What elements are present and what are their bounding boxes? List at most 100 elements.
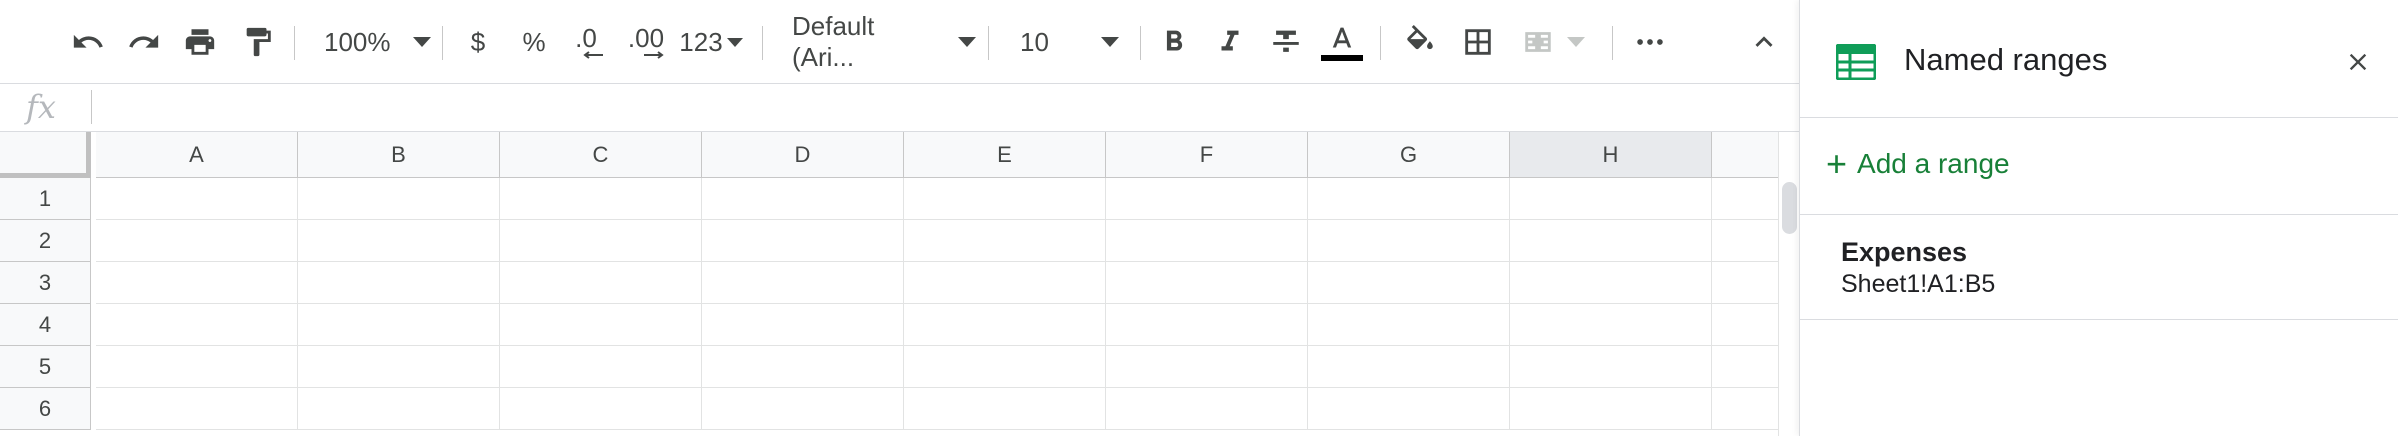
column-header-partial[interactable]: [1712, 132, 1778, 178]
grid-cell[interactable]: [96, 346, 298, 388]
row-header-4[interactable]: 4: [0, 304, 91, 346]
add-range-button[interactable]: + Add a range: [1826, 142, 2010, 186]
grid-cell[interactable]: [904, 262, 1106, 304]
grid-cell[interactable]: [500, 262, 702, 304]
grid-cell[interactable]: [702, 304, 904, 346]
column-header-h[interactable]: H: [1510, 132, 1712, 178]
grid-cell[interactable]: [1308, 388, 1510, 430]
strikethrough-button[interactable]: [1262, 18, 1310, 66]
grid-cell[interactable]: [904, 388, 1106, 430]
grid-cell[interactable]: [500, 220, 702, 262]
grid-cell[interactable]: [96, 220, 298, 262]
grid-cell[interactable]: [96, 388, 298, 430]
merge-cells-button[interactable]: [1514, 18, 1592, 66]
grid-cell[interactable]: [1712, 388, 1778, 430]
grid-cell[interactable]: [1308, 220, 1510, 262]
grid-cell[interactable]: [702, 388, 904, 430]
grid-cell[interactable]: [1106, 304, 1308, 346]
row-header-3[interactable]: 3: [0, 262, 91, 304]
column-header-b[interactable]: B: [298, 132, 500, 178]
grid-cell[interactable]: [1510, 388, 1712, 430]
bold-button[interactable]: [1150, 18, 1198, 66]
more-options-button[interactable]: [1626, 18, 1674, 66]
select-all-corner[interactable]: [0, 132, 91, 178]
scrollbar-thumb[interactable]: [1782, 182, 1797, 234]
grid-cell[interactable]: [1308, 304, 1510, 346]
row-header-1[interactable]: 1: [0, 178, 91, 220]
grid-cell[interactable]: [1712, 262, 1778, 304]
grid-cell[interactable]: [1308, 346, 1510, 388]
grid-cell[interactable]: [1106, 178, 1308, 220]
grid-cell[interactable]: [1106, 388, 1308, 430]
grid-cell[interactable]: [1510, 346, 1712, 388]
collapse-toolbar-button[interactable]: [1740, 18, 1788, 66]
grid-cell[interactable]: [1308, 262, 1510, 304]
font-family-select[interactable]: Default (Ari...: [780, 11, 976, 72]
grid-cell[interactable]: [1106, 262, 1308, 304]
grid-cell[interactable]: [298, 346, 500, 388]
grid-cell[interactable]: [298, 178, 500, 220]
grid-cell[interactable]: [298, 304, 500, 346]
grid-cell[interactable]: [702, 220, 904, 262]
grid-cell[interactable]: [702, 178, 904, 220]
column-header-d[interactable]: D: [702, 132, 904, 178]
redo-button[interactable]: [120, 18, 168, 66]
column-header-c[interactable]: C: [500, 132, 702, 178]
undo-button[interactable]: [64, 18, 112, 66]
grid-cell[interactable]: [1712, 220, 1778, 262]
column-header-g[interactable]: G: [1308, 132, 1510, 178]
column-header-e[interactable]: E: [904, 132, 1106, 178]
formula-input[interactable]: [100, 88, 1780, 128]
named-range-item[interactable]: Expenses Sheet1!A1:B5: [1800, 214, 2398, 320]
currency-format-button[interactable]: $: [456, 18, 500, 66]
grid-cell[interactable]: [1510, 178, 1712, 220]
print-button[interactable]: [176, 18, 224, 66]
grid-cell[interactable]: [904, 346, 1106, 388]
grid-cell[interactable]: [96, 304, 298, 346]
increase-decimal-label: .00: [627, 23, 665, 53]
sheets-icon: [1836, 44, 1876, 80]
grid-cell[interactable]: [500, 178, 702, 220]
percent-label: %: [522, 26, 546, 57]
paint-format-button[interactable]: [234, 18, 282, 66]
grid-cell[interactable]: [1712, 304, 1778, 346]
font-size-select[interactable]: 10: [1004, 18, 1128, 66]
zoom-select[interactable]: 100%: [312, 18, 432, 66]
grid-cell[interactable]: [904, 220, 1106, 262]
column-header-f[interactable]: F: [1106, 132, 1308, 178]
grid-cell[interactable]: [1106, 220, 1308, 262]
italic-button[interactable]: [1206, 18, 1254, 66]
grid-cell[interactable]: [500, 304, 702, 346]
grid-cell[interactable]: [1510, 220, 1712, 262]
decrease-decimal-button[interactable]: .0: [562, 18, 610, 66]
row-header-2[interactable]: 2: [0, 220, 91, 262]
grid-cell[interactable]: [96, 262, 298, 304]
grid-cell[interactable]: [298, 388, 500, 430]
row-header-5[interactable]: 5: [0, 346, 91, 388]
row-header-6[interactable]: 6: [0, 388, 91, 430]
close-icon[interactable]: [2344, 48, 2372, 76]
more-formats-button[interactable]: 123: [676, 18, 746, 66]
increase-decimal-button[interactable]: .00: [618, 18, 674, 66]
text-color-button[interactable]: [1318, 18, 1366, 66]
percent-format-button[interactable]: %: [512, 18, 556, 66]
grid-cell[interactable]: [298, 262, 500, 304]
fill-color-button[interactable]: [1396, 18, 1444, 66]
grid-cell[interactable]: [1106, 346, 1308, 388]
grid-cell[interactable]: [702, 262, 904, 304]
grid-cell[interactable]: [1308, 178, 1510, 220]
grid-cell[interactable]: [1510, 262, 1712, 304]
borders-button[interactable]: [1454, 18, 1502, 66]
column-header-a[interactable]: A: [96, 132, 298, 178]
grid-cell[interactable]: [298, 220, 500, 262]
grid-cell[interactable]: [96, 178, 298, 220]
grid-cell[interactable]: [702, 346, 904, 388]
grid-cell[interactable]: [904, 178, 1106, 220]
grid-cell[interactable]: [1510, 304, 1712, 346]
grid-cell[interactable]: [1712, 178, 1778, 220]
grid-cell[interactable]: [500, 388, 702, 430]
grid-cell[interactable]: [904, 304, 1106, 346]
grid-cell[interactable]: [500, 346, 702, 388]
vertical-scrollbar[interactable]: [1778, 132, 1799, 436]
grid-cell[interactable]: [1712, 346, 1778, 388]
